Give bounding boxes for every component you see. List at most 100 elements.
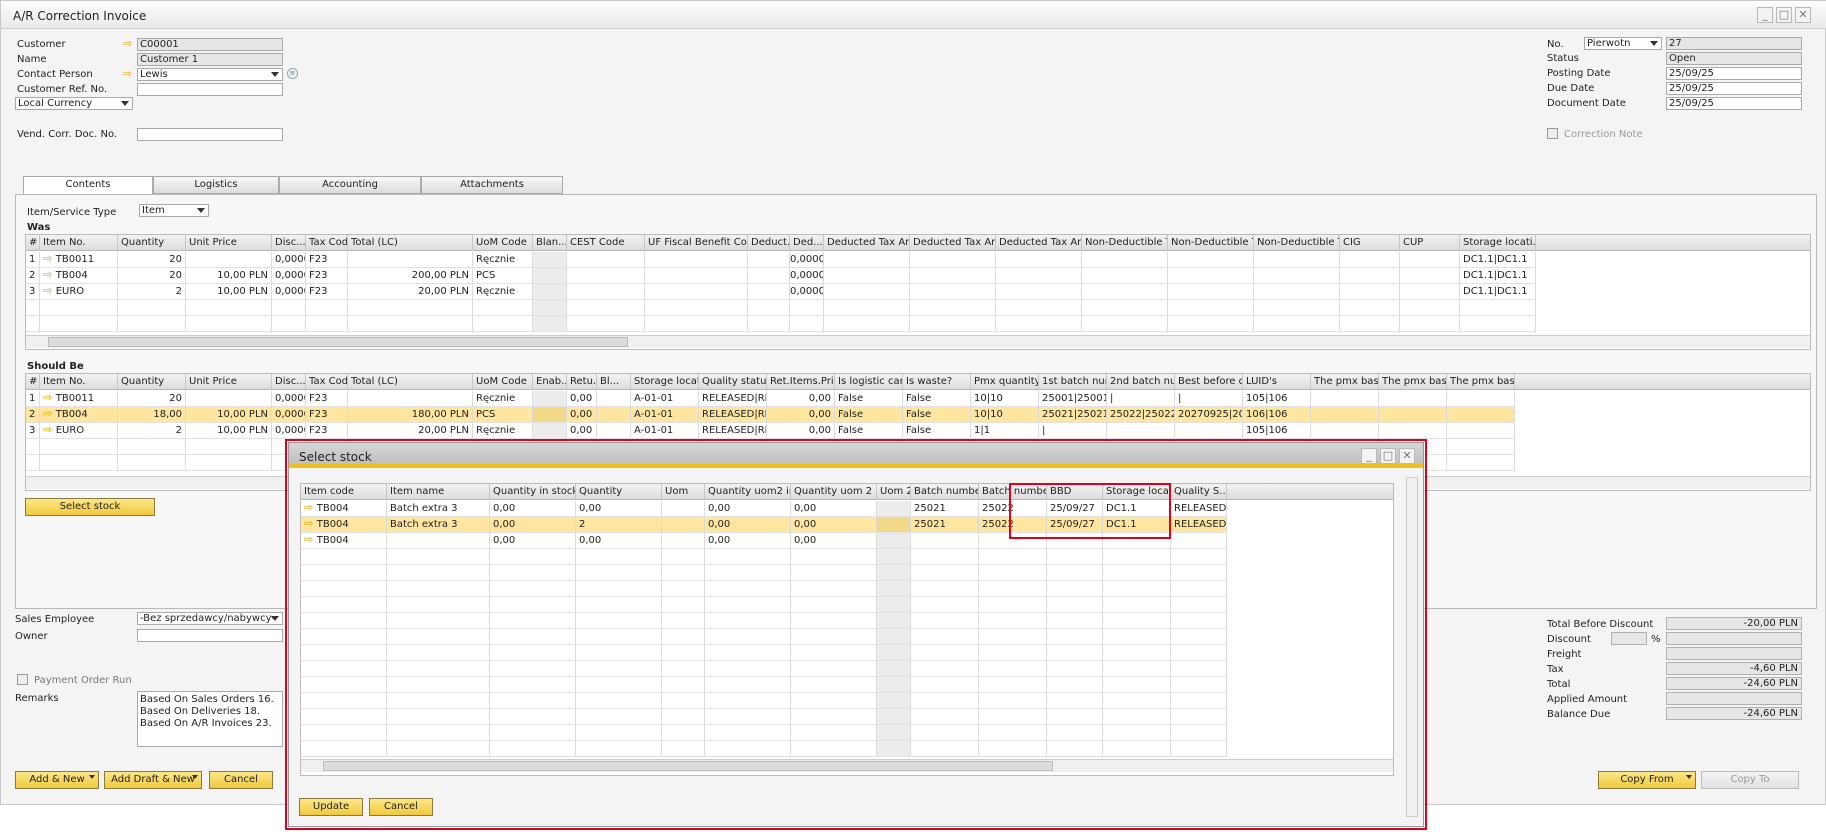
table-cell[interactable] [1103,629,1171,645]
table-cell[interactable] [1103,661,1171,677]
tab-accounting[interactable]: Accounting [279,176,421,194]
table-cell[interactable] [911,645,979,661]
table-cell[interactable] [387,533,490,549]
table-cell[interactable] [877,549,911,565]
table-cell[interactable] [1400,252,1460,268]
table-cell[interactable]: A-01-01 [631,423,699,439]
table-cell[interactable] [1107,423,1175,439]
table-cell[interactable] [301,581,387,597]
table-cell[interactable]: 0,00 [490,501,576,517]
table-cell[interactable] [301,565,387,581]
table-cell[interactable] [387,741,490,757]
table-cell[interactable] [790,316,824,332]
table-cell[interactable] [597,407,631,423]
table-cell[interactable] [490,613,576,629]
table-row[interactable] [301,597,1227,613]
table-cell[interactable] [1400,268,1460,284]
table-cell[interactable]: 0,00 [767,391,835,407]
table-cell[interactable] [877,581,911,597]
table-cell[interactable] [1103,597,1171,613]
table-row[interactable] [301,661,1227,677]
table-cell[interactable] [186,252,272,268]
table-cell[interactable]: 0,00 [567,407,597,423]
scroll-thumb[interactable] [48,337,628,347]
table-cell[interactable]: 0,00 [705,517,791,533]
table-cell[interactable] [1254,252,1340,268]
scroll-thumb[interactable] [323,761,1053,771]
doc-number-field[interactable]: 27 [1666,37,1802,50]
table-cell[interactable] [348,300,473,316]
table-cell[interactable]: 0,000000 [790,268,824,284]
table-cell[interactable]: 0,00 [576,501,662,517]
table-cell[interactable]: RELEASED [1171,501,1227,517]
table-cell[interactable]: F23 [306,284,348,300]
remarks-textarea[interactable]: Based On Sales Orders 16. Based On Deliv… [137,691,283,747]
correction-note-checkbox[interactable] [1547,128,1558,139]
tab-logistics[interactable]: Logistics [153,176,279,194]
table-cell[interactable]: False [835,391,903,407]
table-cell[interactable] [979,693,1047,709]
table-cell[interactable] [1171,645,1227,661]
table-cell[interactable]: ⇨ EURO [40,423,118,439]
table-row[interactable] [26,300,1536,316]
table-cell[interactable] [1400,300,1460,316]
table-row[interactable] [301,565,1227,581]
table-cell[interactable] [1311,423,1379,439]
table-cell[interactable] [1340,252,1400,268]
maximize-icon[interactable]: □ [1776,7,1792,23]
table-cell[interactable] [791,709,877,725]
table-cell[interactable]: | [1039,423,1107,439]
customer-field[interactable]: C00001 [137,38,283,51]
table-cell[interactable] [1171,613,1227,629]
column-header[interactable]: Deduct... [748,235,790,251]
table-cell[interactable] [877,725,911,741]
table-cell[interactable] [979,709,1047,725]
table-cell[interactable] [387,693,490,709]
table-cell[interactable] [118,300,186,316]
sales-employee-dropdown[interactable]: -Bez sprzedawcy/nabywcy- [137,612,283,625]
tab-contents[interactable]: Contents [23,176,153,195]
column-header[interactable]: Uom [662,484,705,500]
table-cell[interactable] [911,581,979,597]
table-cell[interactable] [791,549,877,565]
table-cell[interactable] [877,693,911,709]
table-cell[interactable] [662,533,705,549]
table-row[interactable]: 3⇨ EURO210,00 PLN0,0000F2320,00 PLNRęczn… [26,284,1536,300]
table-cell[interactable] [490,549,576,565]
table-cell[interactable] [567,300,645,316]
table-cell[interactable] [910,284,996,300]
table-cell[interactable] [662,581,705,597]
table-cell[interactable] [911,613,979,629]
table-cell[interactable] [40,316,118,332]
table-cell[interactable] [645,284,748,300]
column-header[interactable]: Storage locati... [1460,235,1536,251]
table-row[interactable] [301,581,1227,597]
link-arrow-icon[interactable]: ⇨ [43,252,56,265]
table-cell[interactable] [791,613,877,629]
table-row[interactable]: 1⇨ TB0011200,0000F23Ręcznie0,000000DC1.1… [26,252,1536,268]
column-header[interactable]: CUP [1400,235,1460,251]
table-cell[interactable] [979,629,1047,645]
table-cell[interactable]: F23 [306,252,348,268]
table-cell[interactable] [1047,613,1103,629]
table-cell[interactable] [979,597,1047,613]
column-header[interactable]: Non-Deductible T... [1082,235,1168,251]
table-cell[interactable] [576,629,662,645]
table-cell[interactable] [662,677,705,693]
column-header[interactable]: Enab... [533,374,567,390]
table-cell[interactable] [824,252,910,268]
table-cell[interactable] [301,741,387,757]
table-cell[interactable] [645,300,748,316]
owner-field[interactable] [137,629,283,642]
table-cell[interactable] [705,677,791,693]
table-cell[interactable] [911,565,979,581]
table-cell[interactable] [40,439,118,455]
table-cell[interactable] [748,252,790,268]
table-cell[interactable] [387,709,490,725]
table-cell[interactable] [1082,300,1168,316]
column-header[interactable]: Disc... [272,235,306,251]
column-header[interactable]: CIG [1340,235,1400,251]
table-cell[interactable] [533,423,567,439]
column-header[interactable]: 2nd batch nu... [1107,374,1175,390]
table-cell[interactable] [1047,581,1103,597]
